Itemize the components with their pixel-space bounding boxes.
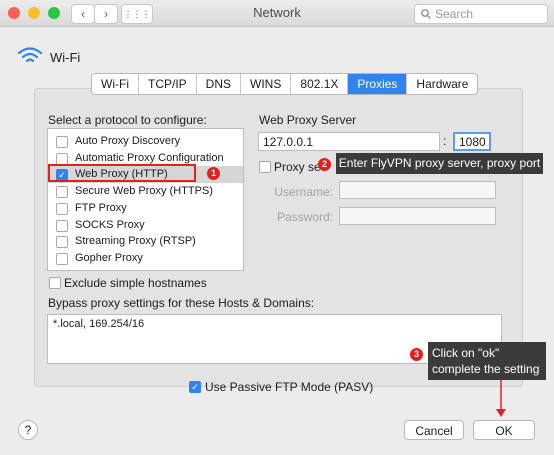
interface-name: Wi-Fi: [50, 50, 81, 65]
tab-wifi[interactable]: Wi-Fi: [92, 74, 139, 94]
annotation-3-line1: Click on "ok": [432, 346, 500, 360]
username-label: Username:: [274, 185, 333, 199]
passive-ftp-label: Use Passive FTP Mode (PASV): [205, 380, 374, 394]
exclude-simple-hostnames-checkbox[interactable]: [49, 277, 61, 289]
annotation-tooltip-3: Click on "ok" complete the setting: [428, 342, 546, 380]
passive-ftp-checkbox[interactable]: ✓: [189, 381, 201, 393]
protocol-item-streaming-proxy-rtsp[interactable]: Streaming Proxy (RTSP): [48, 233, 243, 250]
exclude-simple-hostnames-label: Exclude simple hostnames: [64, 276, 207, 290]
protocol-label: Streaming Proxy (RTSP): [75, 235, 196, 247]
server-heading: Web Proxy Server: [259, 113, 357, 127]
checkbox[interactable]: [56, 236, 68, 248]
tab-bar: Wi-Fi TCP/IP DNS WINS 802.1X Proxies Har…: [91, 73, 479, 95]
bypass-heading: Bypass proxy settings for these Hosts & …: [48, 296, 315, 310]
checkbox[interactable]: [56, 136, 68, 148]
proxy-port-input[interactable]: [453, 132, 491, 151]
wifi-icon: [17, 47, 43, 63]
cancel-button[interactable]: Cancel: [404, 420, 464, 440]
tab-wins[interactable]: WINS: [241, 74, 292, 94]
checkbox[interactable]: [56, 203, 68, 215]
proxy-host-input[interactable]: [258, 132, 440, 151]
password-label: Password:: [276, 210, 333, 224]
password-required-checkbox[interactable]: [259, 161, 271, 173]
tab-proxies[interactable]: Proxies: [348, 74, 408, 94]
tab-hardware[interactable]: Hardware: [407, 74, 477, 94]
protocol-item-secure-web-proxy-https[interactable]: Secure Web Proxy (HTTPS): [48, 183, 243, 200]
highlight-box: [48, 164, 196, 182]
search-field[interactable]: Search: [414, 4, 548, 24]
search-placeholder: Search: [435, 7, 474, 21]
protocol-list[interactable]: Auto Proxy Discovery Automatic Proxy Con…: [47, 128, 244, 271]
ok-button[interactable]: OK: [473, 420, 535, 440]
checkbox[interactable]: [56, 220, 68, 232]
protocol-label: Gopher Proxy: [75, 252, 143, 264]
tab-dns[interactable]: DNS: [197, 74, 241, 94]
checkbox[interactable]: [56, 253, 68, 265]
password-input[interactable]: [339, 207, 496, 225]
protocol-label: Auto Proxy Discovery: [75, 135, 181, 147]
username-input[interactable]: [339, 181, 496, 199]
arrow-down-icon: [496, 380, 506, 417]
protocol-heading: Select a protocol to configure:: [48, 113, 207, 127]
search-icon: [421, 9, 431, 19]
annotation-tooltip-2: Enter FlyVPN proxy server, proxy port: [336, 153, 543, 174]
password-required-label: Proxy se: [274, 160, 321, 174]
annotation-badge-1: 1: [207, 167, 220, 180]
checkbox[interactable]: [56, 186, 68, 198]
protocol-label: SOCKS Proxy: [75, 219, 145, 231]
protocol-item-socks-proxy[interactable]: SOCKS Proxy: [48, 217, 243, 234]
port-separator: :: [443, 134, 447, 148]
help-button[interactable]: ?: [18, 420, 38, 440]
protocol-item-auto-proxy-discovery[interactable]: Auto Proxy Discovery: [48, 133, 243, 150]
protocol-item-ftp-proxy[interactable]: FTP Proxy: [48, 200, 243, 217]
protocol-label: FTP Proxy: [75, 202, 127, 214]
annotation-badge-2: 2: [318, 158, 331, 171]
protocol-item-gopher-proxy[interactable]: Gopher Proxy: [48, 250, 243, 267]
annotation-3-line2: complete the setting: [432, 362, 540, 376]
protocol-label: Secure Web Proxy (HTTPS): [75, 185, 213, 197]
annotation-badge-3: 3: [410, 348, 423, 361]
tab-tcpip[interactable]: TCP/IP: [139, 74, 197, 94]
tab-8021x[interactable]: 802.1X: [291, 74, 349, 94]
